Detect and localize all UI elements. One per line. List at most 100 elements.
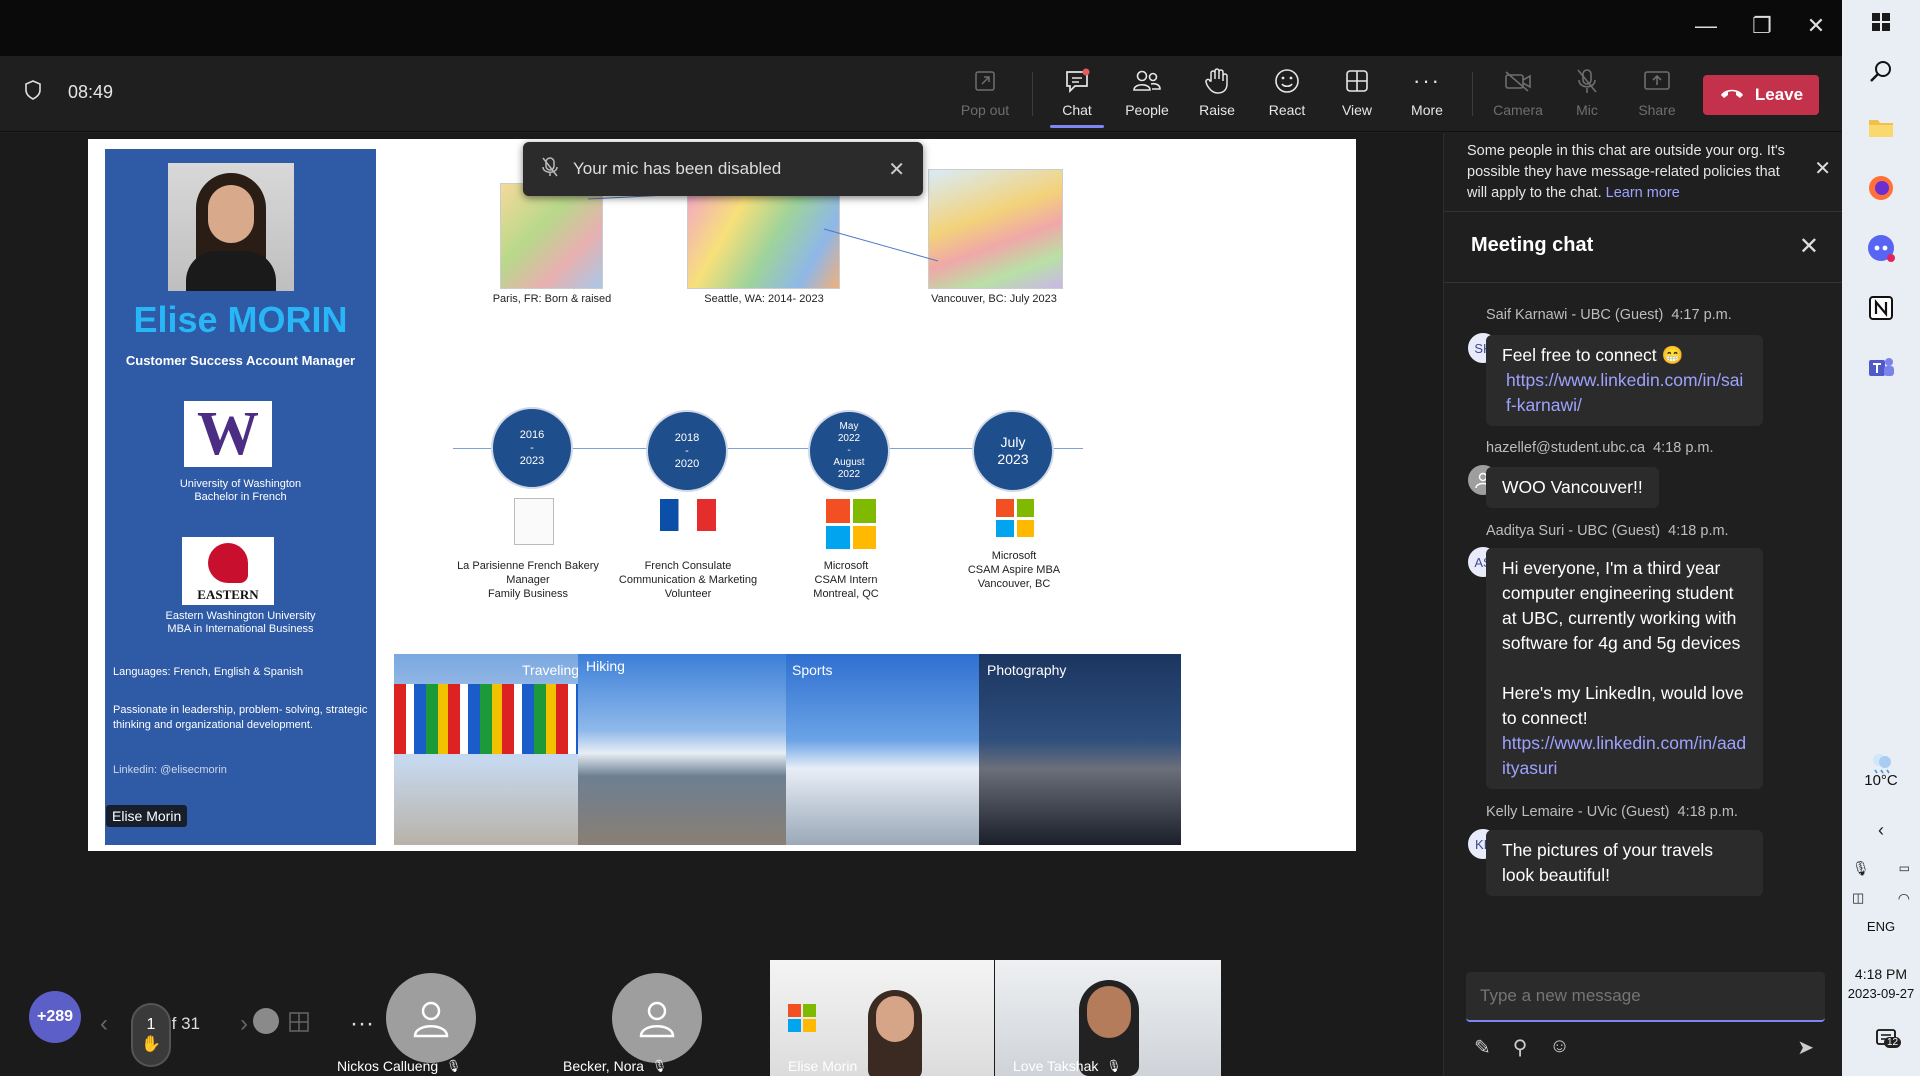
shared-slide: Elise MORIN Customer Success Account Man… <box>88 139 1356 851</box>
meeting-stage: Elise MORIN Customer Success Account Man… <box>0 133 1443 1076</box>
chat-close-icon[interactable]: ✕ <box>1799 232 1819 261</box>
slide-more-button[interactable]: ··· <box>350 1010 374 1038</box>
chat-message[interactable]: Hi everyone, I'm a third year computer e… <box>1486 548 1763 789</box>
timeline-label-consulate: French Consulate Communication & Marketin… <box>618 560 758 600</box>
more-label: More <box>1411 102 1443 118</box>
react-button[interactable]: React <box>1254 66 1320 126</box>
people-label: People <box>1125 102 1169 118</box>
chat-message[interactable]: The pictures of your travels look beauti… <box>1486 830 1763 896</box>
timeline-circle-2023: July 2023 <box>972 410 1054 492</box>
timeline-circle-2016: 2016-2023 <box>491 407 573 489</box>
share-icon <box>1642 66 1672 96</box>
chat-button[interactable]: Chat <box>1044 66 1110 128</box>
mic-off-icon: 🎙 <box>651 1059 668 1073</box>
restore-button[interactable]: ❐ <box>1742 10 1782 42</box>
notion-icon[interactable] <box>1863 290 1899 326</box>
mic-off-icon <box>541 156 559 183</box>
more-dots-icon: ··· <box>1413 68 1441 93</box>
file-explorer-icon[interactable] <box>1863 110 1899 146</box>
mic-button[interactable]: Mic <box>1554 66 1620 126</box>
system-tray-icons[interactable]: ◫ ◠ <box>1852 880 1910 916</box>
sports-photo: Sports <box>786 654 979 845</box>
message-link[interactable]: https://www.linkedin.com/in/saif-karnawi… <box>1506 370 1743 415</box>
view-button[interactable]: View <box>1324 66 1390 126</box>
la-parisienne-logo <box>514 498 554 545</box>
toast-close-icon[interactable]: ✕ <box>888 157 905 182</box>
emoji-icon[interactable]: ☺ <box>1549 1035 1569 1060</box>
toolbar-divider <box>1472 72 1473 116</box>
microsoft-logo <box>826 499 876 549</box>
chat-header: Meeting chat ✕ <box>1444 211 1843 283</box>
participant-overflow-badge[interactable]: +289 <box>29 991 81 1043</box>
mic-disabled-toast: Your mic has been disabled ✕ <box>523 142 923 196</box>
traveling-photo: Traveling <box>394 654 578 845</box>
message-input[interactable] <box>1466 972 1825 1020</box>
smiley-icon <box>1272 66 1302 96</box>
participant-avatar-nora[interactable] <box>612 973 702 1063</box>
chat-message[interactable]: WOO Vancouver!! <box>1486 467 1659 508</box>
input-language[interactable]: ENG <box>1842 919 1920 934</box>
discord-app-icon[interactable] <box>1863 230 1899 266</box>
windows-start-icon[interactable] <box>1863 4 1899 40</box>
chat-message[interactable]: Feel free to connect 😁 https://www.linke… <box>1486 335 1763 426</box>
compose-box[interactable] <box>1466 972 1825 1022</box>
participant-tile-love: Love Takshak 🎙 <box>1013 1058 1122 1074</box>
pop-out-button[interactable]: Pop out <box>952 66 1018 126</box>
search-icon[interactable] <box>1863 54 1899 90</box>
minimize-button[interactable]: — <box>1686 10 1726 42</box>
slide-grid-icon[interactable] <box>288 1011 310 1038</box>
people-button[interactable]: People <box>1114 66 1180 126</box>
share-button[interactable]: Share <box>1624 66 1690 126</box>
participant-name: Elise Morin <box>788 1058 858 1074</box>
chat-icon <box>1062 66 1092 96</box>
chat-title: Meeting chat <box>1471 234 1594 256</box>
chevron-up-icon[interactable]: ‹ <box>1863 812 1899 848</box>
timeline-label-ms-mba: Microsoft CSAM Aspire MBA Vancouver, BC <box>967 550 1061 590</box>
teams-icon[interactable] <box>1863 350 1899 386</box>
firefox-icon[interactable] <box>1863 170 1899 206</box>
message-meta: Aaditya Suri - UBC (Guest) 4:18 p.m. <box>1486 523 1729 539</box>
microsoft-logo <box>996 499 1034 537</box>
participant-tile-nora: Becker, Nora 🎙 <box>563 1058 667 1074</box>
hand-icon <box>1202 66 1232 96</box>
chat-label: Chat <box>1062 102 1092 118</box>
camera-button[interactable]: Camera <box>1482 66 1554 126</box>
participant-video-love[interactable]: Love Takshak 🎙 <box>995 960 1221 1076</box>
timeline-circle-2018: 2018-2020 <box>646 410 728 492</box>
message-link[interactable]: https://www.linkedin.com/in/aadityasuri <box>1502 733 1746 778</box>
raise-label: Raise <box>1199 102 1235 118</box>
participant-name: Becker, Nora <box>563 1058 644 1074</box>
toast-message: Your mic has been disabled <box>573 159 782 178</box>
previous-slide-button[interactable]: ‹ <box>100 1010 108 1038</box>
clock-time[interactable]: 4:18 PM <box>1842 966 1920 982</box>
raised-hands-indicator[interactable]: 1 ✋ <box>131 1003 171 1067</box>
raise-hand-button[interactable]: Raise <box>1184 66 1250 126</box>
banner-close-icon[interactable]: ✕ <box>1814 159 1831 180</box>
notification-icon[interactable]: 12 <box>1870 1022 1906 1058</box>
leave-button[interactable]: Leave <box>1703 75 1819 115</box>
camera-off-icon <box>1503 66 1533 96</box>
close-window-button[interactable]: ✕ <box>1796 10 1836 42</box>
participant-name: Nickos Callueng <box>337 1058 439 1074</box>
clock-date[interactable]: 2023-09-27 <box>1842 986 1920 1001</box>
meeting-toolbar: 08:49 Pop out Chat People Raise React Vi… <box>0 56 1842 132</box>
participant-avatar-nickos[interactable] <box>386 973 476 1063</box>
hobby-label-sports: Sports <box>792 662 833 678</box>
participant-video-elise[interactable]: Elise Morin <box>770 960 994 1076</box>
person-icon <box>413 1001 449 1038</box>
pop-out-icon <box>970 66 1000 96</box>
format-icon[interactable]: ✎ <box>1474 1035 1491 1060</box>
hobby-label-hiking: Hiking <box>586 658 625 674</box>
attach-icon[interactable]: ⚲ <box>1513 1035 1528 1060</box>
mic-label: Mic <box>1576 102 1598 118</box>
send-icon[interactable]: ➤ <box>1797 1035 1814 1060</box>
notification-count: 12 <box>1884 1037 1902 1048</box>
meeting-timer: 08:49 <box>68 82 114 102</box>
learn-more-link[interactable]: Learn more <box>1606 185 1680 201</box>
people-icon <box>1132 66 1162 96</box>
next-slide-button[interactable]: › <box>240 1010 248 1038</box>
more-button[interactable]: ··· More <box>1394 66 1460 126</box>
battery-icon: ▭ <box>1898 861 1910 875</box>
compose-tools: ✎ ⚲ ☺ ➤ <box>1474 1035 1814 1060</box>
phone-hangup-icon <box>1719 85 1745 105</box>
